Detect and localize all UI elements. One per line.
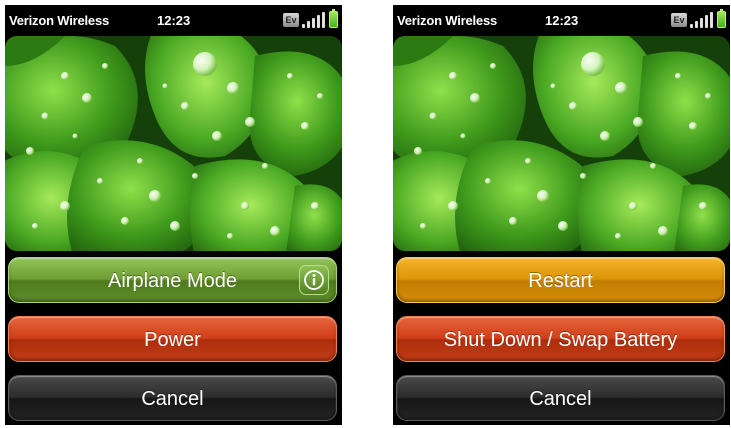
status-bar: Verizon Wireless 12:23 Ev bbox=[393, 5, 730, 35]
signal-strength-icon bbox=[689, 12, 713, 28]
cancel-label: Cancel bbox=[141, 388, 204, 410]
network-type-badge: Ev bbox=[671, 13, 687, 27]
status-bar: Verizon Wireless 12:23 Ev bbox=[5, 5, 342, 35]
cancel-button[interactable]: Cancel bbox=[396, 375, 725, 421]
shut-down-button[interactable]: Shut Down / Swap Battery bbox=[396, 316, 725, 362]
status-time: 12:23 bbox=[545, 13, 579, 28]
battery-icon bbox=[329, 8, 338, 28]
restart-label: Restart bbox=[528, 270, 593, 292]
cancel-button[interactable]: Cancel bbox=[8, 375, 337, 421]
power-options-screen: Verizon Wireless 12:23 Ev Restart Shut D… bbox=[393, 5, 730, 425]
shut-down-label: Shut Down / Swap Battery bbox=[443, 329, 678, 351]
airplane-mode-label: Airplane Mode bbox=[108, 270, 237, 292]
power-menu-screen: Verizon Wireless 12:23 Ev Airplane Mode … bbox=[5, 5, 342, 425]
power-label: Power bbox=[144, 329, 201, 351]
wallpaper-image bbox=[393, 36, 730, 251]
carrier-name: Verizon Wireless bbox=[9, 13, 110, 28]
carrier-name: Verizon Wireless bbox=[397, 13, 498, 28]
cancel-label: Cancel bbox=[529, 388, 592, 410]
battery-icon bbox=[717, 8, 726, 28]
info-icon[interactable] bbox=[299, 265, 329, 295]
wallpaper-image bbox=[5, 36, 342, 251]
signal-strength-icon bbox=[301, 12, 325, 28]
status-time: 12:23 bbox=[157, 13, 191, 28]
power-button[interactable]: Power bbox=[8, 316, 337, 362]
airplane-mode-button[interactable]: Airplane Mode bbox=[8, 257, 337, 303]
restart-button[interactable]: Restart bbox=[396, 257, 725, 303]
network-type-badge: Ev bbox=[283, 13, 299, 27]
